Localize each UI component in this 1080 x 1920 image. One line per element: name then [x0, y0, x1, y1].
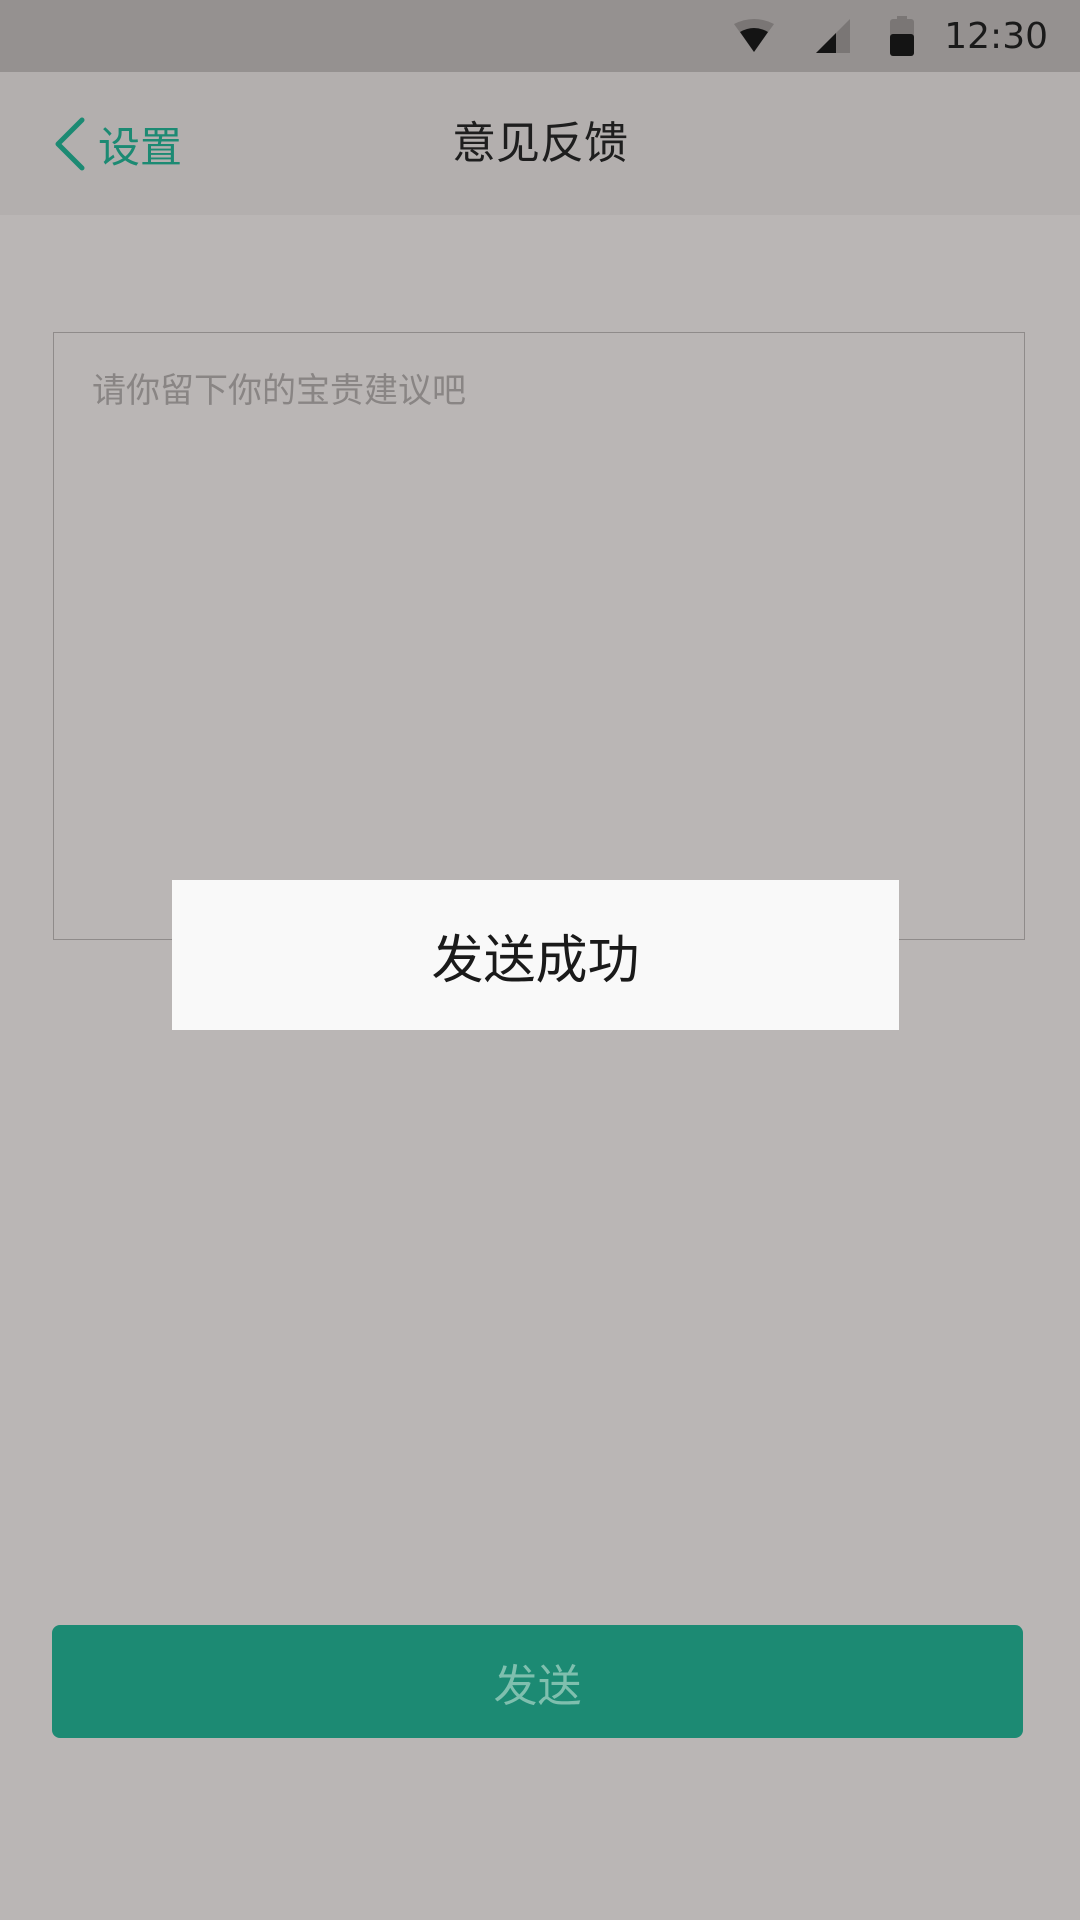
send-button[interactable]: 发送 [52, 1625, 1023, 1738]
nav-bar: 设置 意见反馈 [0, 72, 1080, 215]
send-button-label: 发送 [493, 1660, 582, 1712]
feedback-box [53, 332, 1025, 940]
feedback-input[interactable] [54, 333, 1024, 939]
feedback-screen: 12:30 设置 意见反馈 发送成功 发送 [0, 0, 1080, 1920]
status-clock: 12:30 [944, 15, 1048, 57]
toast-message: 发送成功 [431, 930, 640, 991]
success-toast: 发送成功 [172, 880, 899, 1030]
battery-icon [890, 16, 915, 56]
page-title: 意见反馈 [452, 118, 628, 169]
status-bar: 12:30 [0, 0, 1080, 72]
status-icons: 12:30 [732, 0, 1048, 72]
signal-icon [816, 19, 851, 53]
wifi-icon [734, 19, 775, 52]
